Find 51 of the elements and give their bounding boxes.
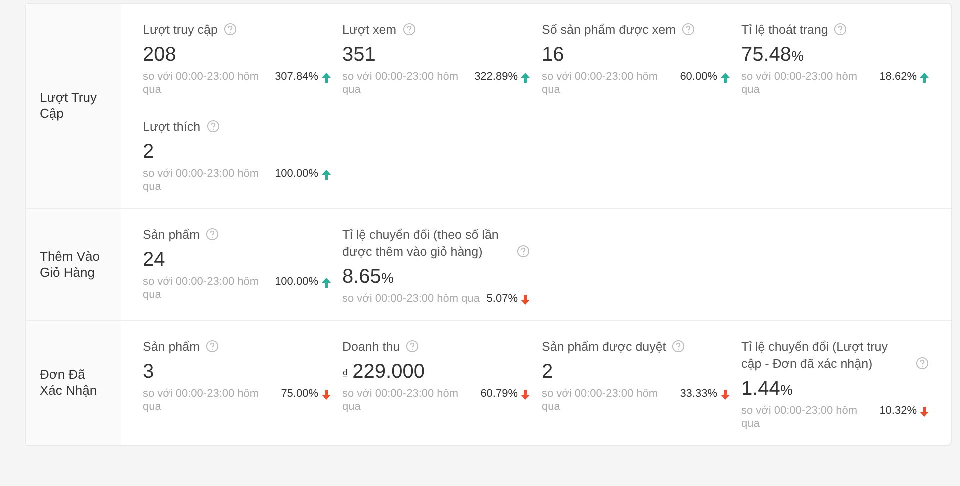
metric-label: Tỉ lệ chuyển đổi (Lượt truy cập - Đơn đã xác nhận) <box>742 339 889 373</box>
change-percent: 33.33% <box>680 388 718 401</box>
comparison-text: so với 00:00-23:00 hôm qua <box>342 388 460 414</box>
section-title: Thêm Vào Giỏ Hàng <box>40 248 101 280</box>
metric-label: Sản phẩm <box>143 227 200 244</box>
unit-symbol: % <box>792 47 804 66</box>
change-percent: 75.00% <box>281 388 318 401</box>
change-percent: 18.62% <box>880 71 917 84</box>
change-percent: 322.89% <box>474 71 518 84</box>
comparison-text: so với 00:00-23:00 hôm qua <box>143 71 260 97</box>
metric-label: Lượt thích <box>143 119 201 136</box>
comparison-text: so với 00:00-23:00 hôm qua <box>342 71 460 97</box>
change-percent: 60.00% <box>680 71 718 84</box>
metric-label: Doanh thu <box>342 339 400 356</box>
metric-label: Tỉ lệ chuyển đổi (theo số lần được thêm vào giỏ hàng) <box>342 227 500 261</box>
change-percent: 5.07% <box>486 293 518 306</box>
metric-value: 3 <box>143 360 154 385</box>
change-percent: 10.32% <box>880 405 917 418</box>
metric-value: 229.000 <box>352 360 425 385</box>
change-percent: 60.79% <box>480 388 518 401</box>
metric-value: 8.65 <box>342 265 382 290</box>
comparison-text: so với 00:00-23:00 hôm qua <box>742 405 859 431</box>
change-percent: 100.00% <box>275 276 318 289</box>
metric-label: Sản phẩm <box>143 339 200 356</box>
metric-label: Số sản phẩm được xem <box>542 22 676 39</box>
comparison-text: so với 00:00-23:00 hôm qua <box>542 71 660 97</box>
metric-label: Tỉ lệ thoát trang <box>742 22 828 39</box>
metric-value: 1.44 <box>742 377 780 402</box>
section-title: Lượt Truy Cập <box>40 90 98 122</box>
change-percent: 100.00% <box>275 168 318 181</box>
unit-symbol: % <box>381 269 394 288</box>
change-percent: 307.84% <box>275 71 318 84</box>
currency-symbol: ₫ <box>342 366 349 383</box>
section-title: Đơn Đã Xác Nhận <box>40 367 98 399</box>
comparison-text: so với 00:00-23:00 hôm qua <box>143 276 260 302</box>
metric-value: 16 <box>542 43 564 68</box>
metric-value: 2 <box>542 360 554 385</box>
metric-value: 208 <box>143 43 176 68</box>
comparison-text: so với 00:00-23:00 hôm qua <box>342 293 480 306</box>
metric-label: Lượt truy cập <box>143 22 218 39</box>
metric-value: 75.48 <box>742 43 792 68</box>
metric-value: 2 <box>143 140 154 165</box>
comparison-text: so với 00:00-23:00 hôm qua <box>542 388 660 414</box>
metric-value: 24 <box>143 248 166 273</box>
metric-label: Sản phẩm được duyệt <box>542 339 666 356</box>
metric-label: Lượt xem <box>342 22 397 39</box>
metric-value: 351 <box>342 43 376 68</box>
unit-symbol: % <box>780 381 793 400</box>
comparison-text: so với 00:00-23:00 hôm qua <box>742 71 859 97</box>
comparison-text: so với 00:00-23:00 hôm qua <box>143 388 260 414</box>
comparison-text: so với 00:00-23:00 hôm qua <box>143 168 260 194</box>
